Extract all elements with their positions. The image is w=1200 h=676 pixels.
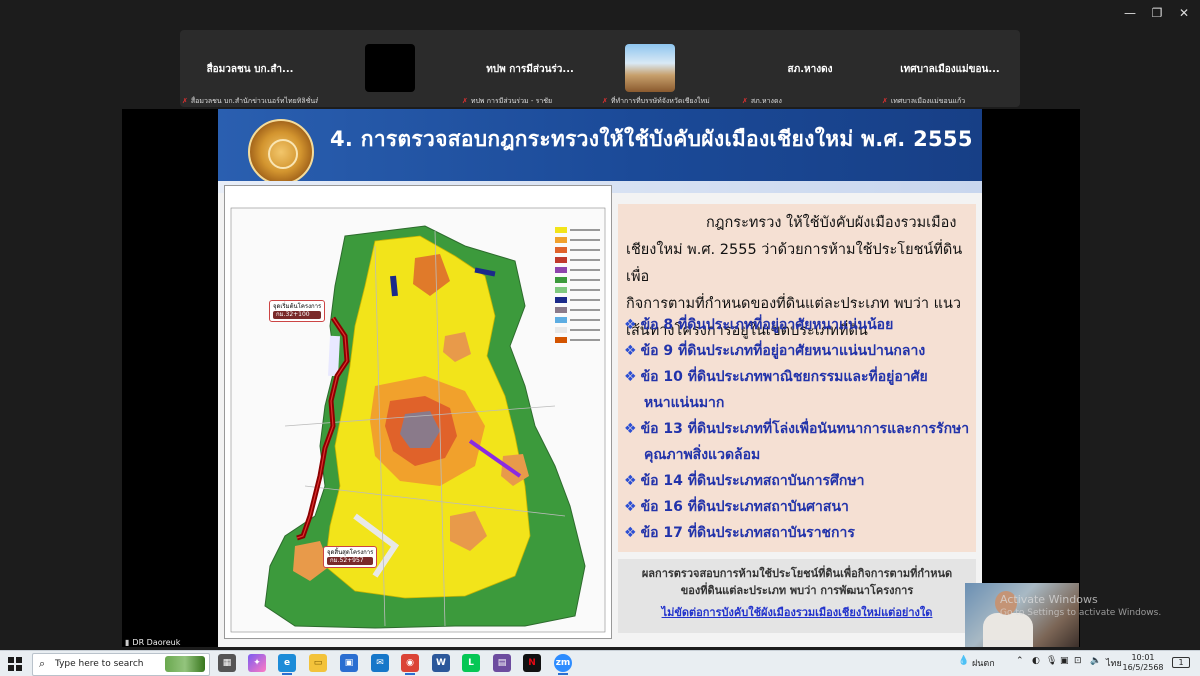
activation-watermark: Activate Windows [1000, 593, 1098, 606]
start-point-km: กม.32+100 [273, 311, 322, 319]
intro-line: เชียงใหม่ พ.ศ. 2555 ว่าด้วยการห้ามใช้ประ… [626, 242, 963, 285]
participant-tile[interactable]: ✗ ที่ทำการที่บรรษัท์จังหวัดเชียงใหม่ [600, 30, 740, 107]
windows-start-icon[interactable] [8, 657, 22, 671]
search-highlight-image [165, 656, 205, 672]
list-item: ❖ ข้อ 9 ที่ดินประเภทที่อยู่อาศัยหนาแน่นปา… [624, 343, 926, 359]
bullet-diamond-icon: ❖ [624, 473, 637, 489]
taskbar-search-box[interactable]: ⌕ Type here to search [32, 653, 210, 676]
clock-date: 16/5/2568 [1122, 663, 1164, 672]
language-indicator[interactable]: ไทย [1106, 656, 1122, 670]
clock-time: 10:01 [1131, 653, 1155, 662]
list-item: ❖ ข้อ 14 ที่ดินประเภทสถาบันการศึกษา [624, 473, 865, 489]
minimize-button[interactable]: — [1116, 6, 1144, 20]
mail-icon[interactable]: ✉ [371, 654, 389, 672]
participant-strip: สื่อมวลชน บก.สำ... ✗ สื่อมวลชน บก.สำนักข่… [180, 30, 1020, 107]
weather-icon[interactable]: 💧 [958, 656, 969, 666]
activation-watermark-sub: Go to Settings to activate Windows. [1000, 608, 1162, 618]
map-callout-end: จุดสิ้นสุดโครงการ กม.52+957 [323, 546, 378, 568]
list-item: ❖ ข้อ 17 ที่ดินประเภทสถาบันราชการ [624, 525, 855, 541]
microphone-icon[interactable]: 🎙 [1046, 656, 1057, 666]
netflix-icon[interactable]: N [523, 654, 541, 672]
line-icon[interactable]: L [462, 654, 480, 672]
windows-taskbar: ⌕ Type here to search ▦ ✦ e ▭ ▣ ✉ ◉ W L … [0, 650, 1200, 676]
copilot-icon[interactable]: ✦ [248, 654, 266, 672]
participant-tile[interactable]: สภ.หางดง ✗ สภ.หางดง [740, 30, 880, 107]
edge-icon[interactable]: e [278, 654, 296, 675]
bullet-diamond-icon: ❖ [624, 317, 637, 333]
result-box: ผลการตรวจสอบการห้ามใช้ประโยชน์ที่ดินเพื่… [618, 559, 976, 633]
slide-banner: 4. การตรวจสอบกฎกระทรวงให้ใช้บังคับผังเมื… [218, 109, 982, 193]
bullet-diamond-icon: ❖ [624, 421, 637, 437]
show-hidden-icons[interactable]: ⌃ [1016, 656, 1024, 666]
photos-icon[interactable]: ▤ [493, 654, 511, 672]
mic-muted-icon: ✗ [182, 97, 188, 105]
participant-label: ทปพ การมีส่วนร่วม - ราชัย [470, 97, 553, 105]
result-line: ของที่ดินแต่ละประเภท พบว่า การพัฒนาโครงก… [680, 584, 914, 597]
mic-muted-icon: ✗ [742, 97, 748, 105]
volume-icon[interactable]: 🔈 [1090, 656, 1101, 666]
regulation-text-box: กฎกระทรวง ให้ใช้บังคับผังเมืองรวมเมือง เ… [618, 204, 976, 552]
bullet-diamond-icon: ❖ [624, 343, 637, 359]
notification-badge[interactable]: 1 [1172, 657, 1190, 668]
participant-name: สภ.หางดง [787, 64, 833, 75]
participant-name: สื่อมวลชน บก.สำ... [206, 64, 294, 75]
land-use-map: จุดเริ่มต้นโครงการ กม.32+100 จุดสิ้นสุดโ… [224, 185, 612, 639]
signal-bars-icon: ▮ [125, 638, 130, 647]
list-item: ❖ ข้อ 13 ที่ดินประเภทที่โล่งเพื่อนันทนากา… [624, 421, 970, 463]
list-item: ❖ ข้อ 8 ที่ดินประเภทที่อยู่อาศัยหนาแน่นน้… [624, 317, 894, 333]
map-graphic [230, 207, 606, 633]
participant-tile[interactable]: เทศบาลเมืองแม่ขอน... ✗ เทศบาลเมืองแม่ขอนแ… [880, 30, 1020, 107]
participant-tile[interactable] [340, 30, 480, 107]
mic-muted-icon: ✗ [602, 97, 608, 105]
participant-label: ที่ทำการที่บรรษัท์จังหวัดเชียงใหม่ [610, 97, 710, 105]
participant-label: เทศบาลเมืองแม่ขอนแก้ว [890, 97, 966, 105]
participant-name: ทปพ การมีส่วนร่ว... [486, 64, 574, 75]
participant-tile[interactable]: สื่อมวลชน บก.สำ... ✗ สื่อมวลชน บก.สำนักข่… [180, 30, 320, 107]
participant-tile[interactable]: ทปพ การมีส่วนร่ว... ✗ ทปพ การมีส่วนร่วม -… [460, 30, 600, 107]
store-icon[interactable]: ▣ [340, 654, 358, 672]
end-point-label: จุดสิ้นสุดโครงการ [327, 549, 374, 556]
mic-muted-icon: ✗ [462, 97, 468, 105]
participant-video-off [365, 44, 415, 92]
map-callout-start: จุดเริ่มต้นโครงการ กม.32+100 [269, 300, 326, 322]
participant-video-thumbnail [625, 44, 675, 92]
end-point-km: กม.52+957 [327, 557, 374, 565]
start-point-label: จุดเริ่มต้นโครงการ [273, 303, 322, 310]
tray-meet-icon[interactable]: ▣ [1060, 656, 1069, 666]
weather-text[interactable]: ฝนตก [972, 656, 995, 670]
mic-muted-icon: ✗ [882, 97, 888, 105]
zoom-icon[interactable]: zm [554, 654, 572, 675]
search-placeholder: Type here to search [55, 659, 144, 669]
speaker-name-tag: ▮ DR Daoreuk [122, 638, 184, 647]
bullet-diamond-icon: ❖ [624, 369, 637, 385]
result-line: ผลการตรวจสอบการห้ามใช้ประโยชน์ที่ดินเพื่… [641, 567, 953, 580]
restore-button[interactable]: ❐ [1143, 6, 1171, 20]
result-conclusion: ไม่ขัดต่อการบังคับใช้ผังเมืองรวมเมืองเชี… [661, 606, 933, 619]
list-item: ❖ ข้อ 16 ที่ดินประเภทสถาบันศาสนา [624, 499, 849, 515]
participant-name: เทศบาลเมืองแม่ขอน... [900, 64, 1000, 75]
speaker-name: DR Daoreuk [132, 638, 181, 647]
presentation-slide: 4. การตรวจสอบกฎกระทรวงให้ใช้บังคับผังเมื… [218, 109, 982, 647]
slide-title: 4. การตรวจสอบกฎกระทรวงให้ใช้บังคับผังเมื… [330, 127, 973, 151]
bullet-diamond-icon: ❖ [624, 525, 637, 541]
participant-label: สื่อมวลชน บก.สำนักข่าวเนอร์ทไทยทิลิชั่นส… [190, 97, 318, 105]
land-type-list: ❖ ข้อ 8 ที่ดินประเภทที่อยู่อาศัยหนาแน่นน้… [624, 312, 972, 546]
network-icon[interactable]: ⊡ [1074, 656, 1082, 666]
map-legend [555, 226, 605, 356]
task-view-icon[interactable]: ▦ [218, 654, 236, 672]
clock[interactable]: 10:01 16/5/2568 [1122, 653, 1164, 673]
intro-line: กฎกระทรวง ให้ใช้บังคับผังเมืองรวมเมือง [706, 215, 957, 231]
file-explorer-icon[interactable]: ▭ [309, 654, 327, 672]
chrome-icon[interactable]: ◉ [401, 654, 419, 675]
department-seal-icon [248, 119, 314, 185]
word-icon[interactable]: W [432, 654, 450, 672]
search-icon: ⌕ [39, 657, 46, 670]
list-item: ❖ ข้อ 10 ที่ดินประเภทพาณิชยกรรมและที่อยู่… [624, 369, 928, 411]
close-button[interactable]: ✕ [1170, 6, 1198, 20]
tray-app-icon[interactable]: ◐ [1032, 656, 1040, 666]
bullet-diamond-icon: ❖ [624, 499, 637, 515]
participant-label: สภ.หางดง [750, 97, 782, 105]
